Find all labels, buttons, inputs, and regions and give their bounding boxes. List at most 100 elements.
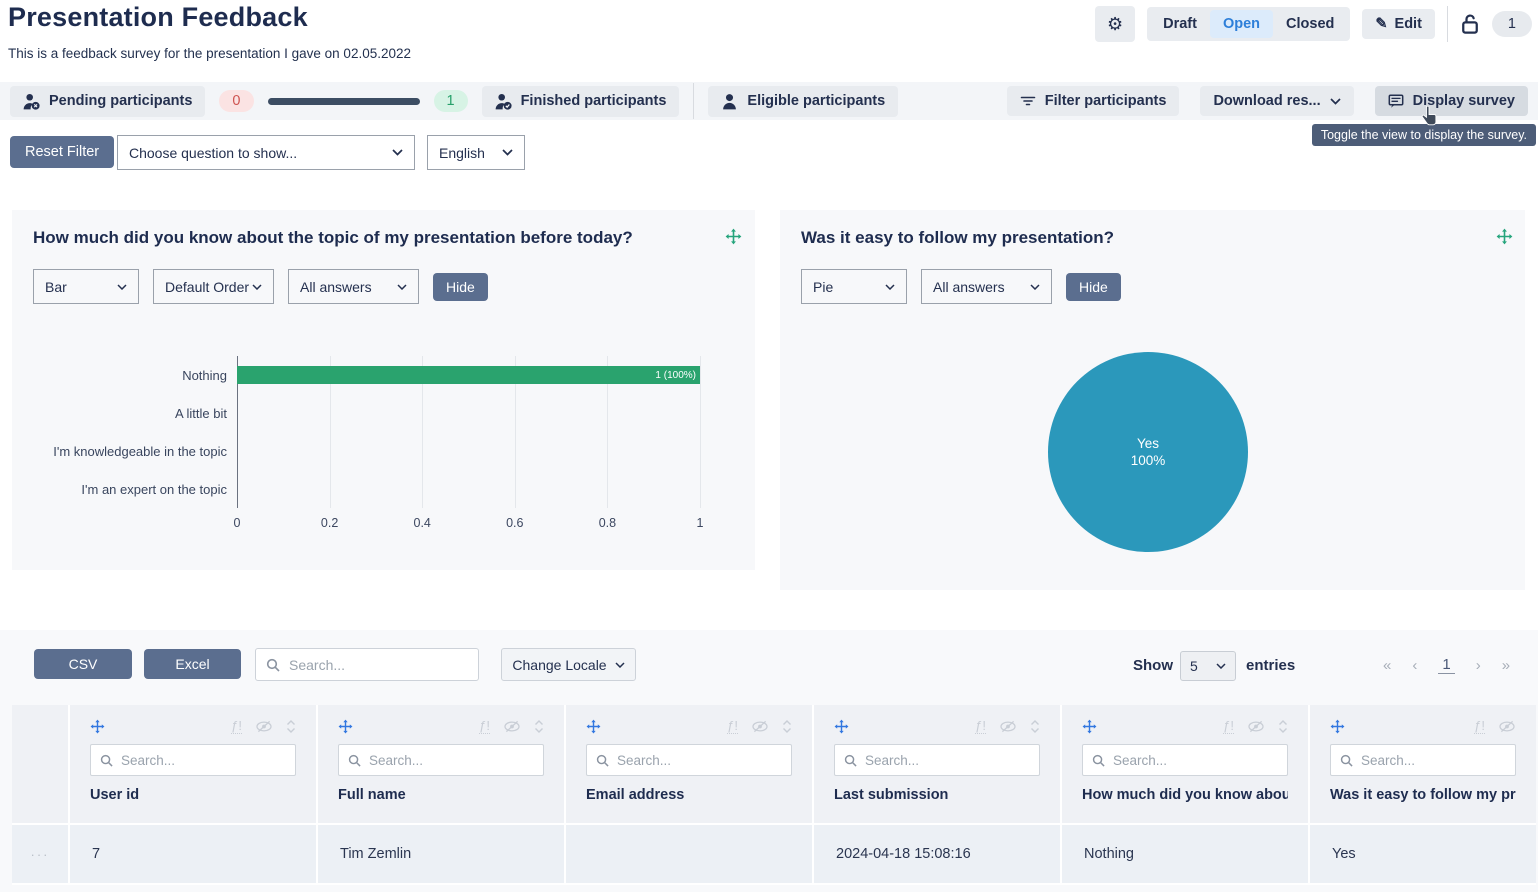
column-search-input[interactable] bbox=[369, 753, 534, 768]
eye-slash-icon[interactable] bbox=[1498, 720, 1516, 733]
state-closed-button[interactable]: Closed bbox=[1273, 10, 1347, 38]
table-search-input[interactable] bbox=[289, 657, 468, 673]
pagination-first[interactable]: « bbox=[1383, 657, 1391, 674]
move-icon[interactable] bbox=[1496, 228, 1513, 245]
formula-warning-icon[interactable]: ƒ! bbox=[1223, 718, 1234, 734]
participants-divider bbox=[693, 83, 694, 119]
eye-slash-icon[interactable] bbox=[503, 720, 521, 733]
formula-warning-icon[interactable]: ƒ! bbox=[1474, 718, 1485, 734]
table-cell-full-name: Tim Zemlin bbox=[318, 823, 566, 885]
table-cell-last-submission: 2024-04-18 15:08:16 bbox=[814, 823, 1062, 885]
column-title[interactable]: Last submission bbox=[834, 787, 1040, 803]
sort-icon[interactable] bbox=[1278, 720, 1288, 733]
page-size-select[interactable]: 5 bbox=[1180, 651, 1236, 681]
formula-warning-icon[interactable]: ƒ! bbox=[727, 718, 738, 734]
settings-button[interactable]: ⚙ bbox=[1095, 6, 1135, 42]
pie-panel-controls: Pie All answers Hide bbox=[801, 269, 1121, 304]
hide-chart-button[interactable]: Hide bbox=[433, 273, 488, 301]
column-move-icon[interactable] bbox=[834, 719, 849, 734]
sort-icon[interactable] bbox=[534, 720, 544, 733]
column-move-icon[interactable] bbox=[338, 719, 353, 734]
answers-filter-select[interactable]: All answers bbox=[921, 269, 1052, 304]
column-move-icon[interactable] bbox=[90, 719, 105, 734]
sort-icon[interactable] bbox=[286, 720, 296, 733]
column-move-icon[interactable] bbox=[1330, 719, 1345, 734]
column-header: ƒ! Email address bbox=[566, 705, 814, 823]
search-icon bbox=[1340, 754, 1353, 767]
pie-center-value: 100% bbox=[1131, 452, 1166, 469]
move-icon[interactable] bbox=[725, 228, 742, 245]
formula-warning-icon[interactable]: ƒ! bbox=[975, 718, 986, 734]
x-tick: 1 bbox=[697, 516, 704, 530]
eye-slash-icon[interactable] bbox=[751, 720, 769, 733]
bar-category-label: Nothing bbox=[32, 368, 237, 383]
bar-chart-panel: How much did you know about the topic of… bbox=[12, 210, 755, 570]
column-search-input[interactable] bbox=[1361, 753, 1506, 768]
sort-icon[interactable] bbox=[1030, 720, 1040, 733]
eye-slash-icon[interactable] bbox=[1247, 720, 1265, 733]
row-actions-menu[interactable]: ··· bbox=[12, 823, 70, 885]
eye-slash-icon[interactable] bbox=[999, 720, 1017, 733]
column-header: ƒ! Was it easy to follow my pres bbox=[1310, 705, 1536, 823]
chevron-down-icon bbox=[252, 284, 262, 290]
formula-warning-icon[interactable]: ƒ! bbox=[231, 718, 242, 734]
column-move-icon[interactable] bbox=[586, 719, 601, 734]
column-search-input[interactable] bbox=[1113, 753, 1278, 768]
column-search-input[interactable] bbox=[617, 753, 782, 768]
column-search bbox=[338, 744, 544, 776]
pagination-page-1[interactable]: 1 bbox=[1438, 656, 1454, 674]
column-header: ƒ! Full name bbox=[318, 705, 566, 823]
bar-row: I'm an expert on the topic bbox=[32, 470, 700, 508]
display-survey-button[interactable]: Display survey bbox=[1375, 86, 1528, 116]
pie-chart-panel: Was it easy to follow my presentation? P… bbox=[780, 210, 1525, 590]
eye-slash-icon[interactable] bbox=[255, 720, 273, 733]
export-csv-button[interactable]: CSV bbox=[34, 649, 132, 679]
chevron-down-icon bbox=[1330, 98, 1341, 105]
chart-type-select[interactable]: Bar bbox=[33, 269, 139, 304]
sort-order-select[interactable]: Default Order bbox=[153, 269, 274, 304]
column-title[interactable]: Was it easy to follow my pres bbox=[1330, 787, 1516, 803]
filter-participants-button[interactable]: Filter participants bbox=[1007, 86, 1180, 116]
pagination-last[interactable]: » bbox=[1502, 657, 1510, 674]
column-title[interactable]: User id bbox=[90, 787, 296, 803]
reset-filter-button[interactable]: Reset Filter bbox=[10, 136, 114, 168]
column-search-input[interactable] bbox=[865, 753, 1030, 768]
results-table-section: CSV Excel Change Locale Show 5 entries «… bbox=[0, 630, 1538, 892]
column-search-input[interactable] bbox=[121, 753, 286, 768]
person-x-icon bbox=[23, 93, 40, 110]
column-title[interactable]: Email address bbox=[586, 787, 792, 803]
pagination-prev[interactable]: ‹ bbox=[1412, 657, 1417, 674]
pencil-icon: ✎ bbox=[1375, 16, 1387, 32]
download-results-button[interactable]: Download res... bbox=[1200, 86, 1353, 116]
pagination-next[interactable]: › bbox=[1476, 657, 1481, 674]
finished-participants-button[interactable]: Finished participants bbox=[482, 86, 680, 117]
hide-chart-button[interactable]: Hide bbox=[1066, 273, 1121, 301]
pending-participants-button[interactable]: Pending participants bbox=[10, 86, 205, 117]
formula-warning-icon[interactable]: ƒ! bbox=[479, 718, 490, 734]
bar-value-label: 1 (100%) bbox=[655, 370, 700, 381]
export-excel-button[interactable]: Excel bbox=[144, 649, 241, 679]
filter-icon bbox=[1020, 94, 1036, 108]
question-select[interactable]: Choose question to show... bbox=[117, 135, 415, 170]
sort-icon[interactable] bbox=[782, 720, 792, 733]
state-draft-button[interactable]: Draft bbox=[1150, 10, 1210, 38]
column-header: ƒ! User id bbox=[70, 705, 318, 823]
language-select[interactable]: English bbox=[427, 135, 525, 170]
answers-filter-select[interactable]: All answers bbox=[288, 269, 419, 304]
column-move-icon[interactable] bbox=[1082, 719, 1097, 734]
pie-center-label: Yes bbox=[1137, 435, 1159, 452]
chart-type-select[interactable]: Pie bbox=[801, 269, 907, 304]
table-cell-email bbox=[566, 823, 814, 885]
chevron-down-icon bbox=[885, 284, 895, 290]
finished-count-pill: 1 bbox=[434, 90, 468, 112]
column-title[interactable]: How much did you know about bbox=[1082, 787, 1288, 803]
unlock-icon[interactable] bbox=[1460, 13, 1480, 35]
state-open-button[interactable]: Open bbox=[1210, 10, 1273, 38]
change-locale-select[interactable]: Change Locale bbox=[501, 648, 636, 681]
search-icon bbox=[844, 754, 857, 767]
search-icon bbox=[1092, 754, 1105, 767]
participants-progress-bar bbox=[268, 98, 420, 105]
eligible-participants-button[interactable]: Eligible participants bbox=[708, 86, 898, 117]
column-title[interactable]: Full name bbox=[338, 787, 544, 803]
edit-button[interactable]: ✎ Edit bbox=[1362, 9, 1435, 39]
